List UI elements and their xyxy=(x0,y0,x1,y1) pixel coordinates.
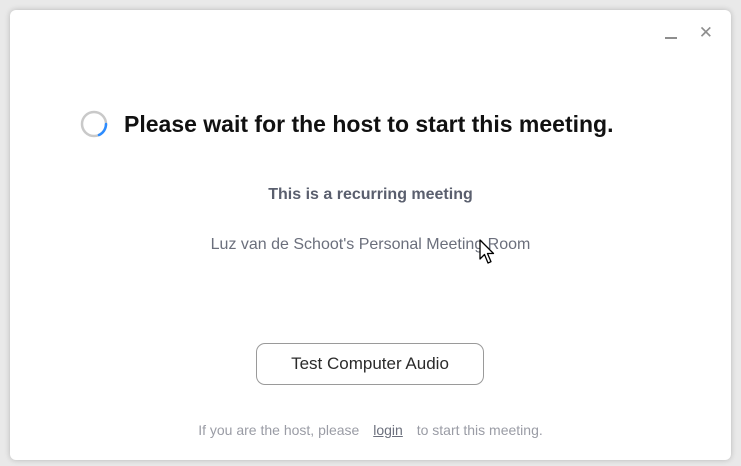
test-computer-audio-button[interactable]: Test Computer Audio xyxy=(256,343,484,385)
mouse-cursor-icon xyxy=(479,239,495,264)
loading-spinner-icon xyxy=(80,110,108,138)
footer-prefix-text: If you are the host, please xyxy=(198,422,360,438)
minimize-icon[interactable] xyxy=(664,24,677,42)
footer-suffix-text: to start this meeting. xyxy=(416,422,543,438)
waiting-room-window: ✕ Please wait for the host to start this… xyxy=(10,10,731,460)
window-controls: ✕ xyxy=(664,24,713,42)
heading-row: Please wait for the host to start this m… xyxy=(80,110,613,138)
page-title: Please wait for the host to start this m… xyxy=(124,110,614,137)
host-login-hint: If you are the host, please login to sta… xyxy=(10,422,731,438)
recurring-meeting-label: This is a recurring meeting xyxy=(268,186,473,203)
meeting-room-name: Luz van de Schoot's Personal Meeting Roo… xyxy=(210,236,531,253)
login-link[interactable]: login xyxy=(373,422,403,438)
close-icon[interactable]: ✕ xyxy=(699,24,713,42)
